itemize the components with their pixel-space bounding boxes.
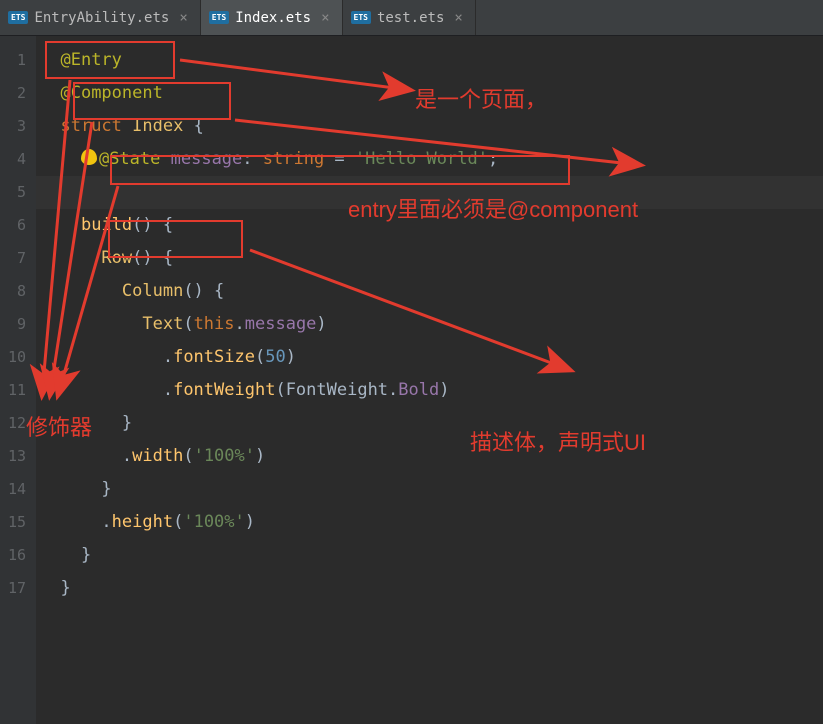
code-line[interactable]: @State message: string = 'Hello World';: [36, 143, 823, 176]
tab-label: Index.ets: [235, 10, 311, 26]
code-editor[interactable]: 1 2 3 4 5 6 7 8 9 10 11 12 13 14 15 16 1…: [0, 36, 823, 724]
code-line[interactable]: Column() {: [36, 275, 823, 308]
code-line[interactable]: Text(this.message): [36, 308, 823, 341]
code-line[interactable]: .fontWeight(FontWeight.Bold): [36, 374, 823, 407]
ets-file-icon: ETS: [351, 11, 371, 24]
code-line[interactable]: }: [36, 407, 823, 440]
code-line[interactable]: @Entry: [36, 44, 823, 77]
close-icon[interactable]: ×: [321, 10, 329, 26]
code-line[interactable]: @Component: [36, 77, 823, 110]
tab-entryability[interactable]: ETS EntryAbility.ets ×: [0, 0, 201, 35]
tab-label: EntryAbility.ets: [34, 10, 169, 26]
tab-bar: ETS EntryAbility.ets × ETS Index.ets × E…: [0, 0, 823, 36]
code-line[interactable]: struct Index {: [36, 110, 823, 143]
tab-label: test.ets: [377, 10, 444, 26]
intention-bulb-icon[interactable]: [81, 149, 97, 165]
tab-test[interactable]: ETS test.ets ×: [343, 0, 476, 35]
close-icon[interactable]: ×: [179, 10, 187, 26]
code-line[interactable]: .height('100%'): [36, 506, 823, 539]
code-area[interactable]: @Entry @Component struct Index { @State …: [36, 36, 823, 724]
code-line-current[interactable]: [36, 176, 823, 209]
code-line[interactable]: Row() {: [36, 242, 823, 275]
code-line[interactable]: .fontSize(50): [36, 341, 823, 374]
code-line[interactable]: build() {: [36, 209, 823, 242]
ets-file-icon: ETS: [209, 11, 229, 24]
line-number-gutter: 1 2 3 4 5 6 7 8 9 10 11 12 13 14 15 16 1…: [0, 36, 36, 724]
code-line[interactable]: .width('100%'): [36, 440, 823, 473]
tab-index[interactable]: ETS Index.ets ×: [201, 0, 343, 35]
code-line[interactable]: }: [36, 572, 823, 605]
code-line[interactable]: }: [36, 539, 823, 572]
ets-file-icon: ETS: [8, 11, 28, 24]
close-icon[interactable]: ×: [454, 10, 462, 26]
code-line[interactable]: }: [36, 473, 823, 506]
